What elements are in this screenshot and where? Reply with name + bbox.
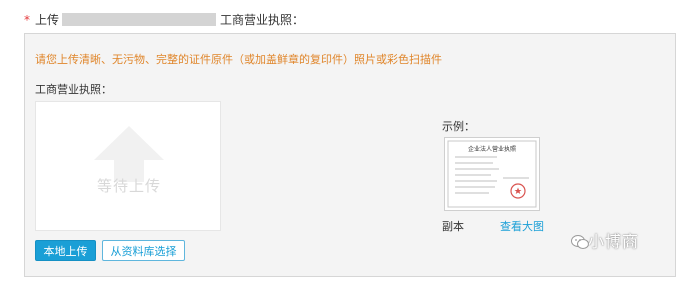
example-caption: 副本 <box>442 220 464 233</box>
upload-field-label: 工商营业执照： <box>35 83 112 96</box>
field-label-prefix: 上传 <box>35 13 60 27</box>
example-label: 示例： <box>442 120 475 133</box>
field-label-suffix: 工商营业执照： <box>220 13 305 27</box>
upload-placeholder-text: 等待上传 <box>96 177 161 195</box>
upload-arrow-icon <box>94 126 164 182</box>
watermark-text: 小博商 <box>588 232 640 251</box>
select-from-library-button[interactable]: 从资料库选择 <box>102 240 185 261</box>
required-asterisk: * <box>24 13 30 27</box>
upload-drop-area[interactable]: 等待上传 <box>35 101 221 231</box>
example-license-image[interactable]: 企业法人营业执照 <box>444 137 540 211</box>
example-doc-title: 企业法人营业执照 <box>468 145 516 153</box>
redacted-text-block <box>62 13 216 26</box>
view-large-link[interactable]: 查看大图 <box>500 218 544 234</box>
upload-hint-text: 请您上传清晰、无污物、完整的证件原件（或加盖鲜章的复印件）照片或彩色扫描件 <box>35 53 442 66</box>
wechat-watermark-icon <box>571 235 589 249</box>
license-thumbnail-graphic: 企业法人营业执照 <box>447 140 537 208</box>
local-upload-button[interactable]: 本地上传 <box>35 240 96 261</box>
